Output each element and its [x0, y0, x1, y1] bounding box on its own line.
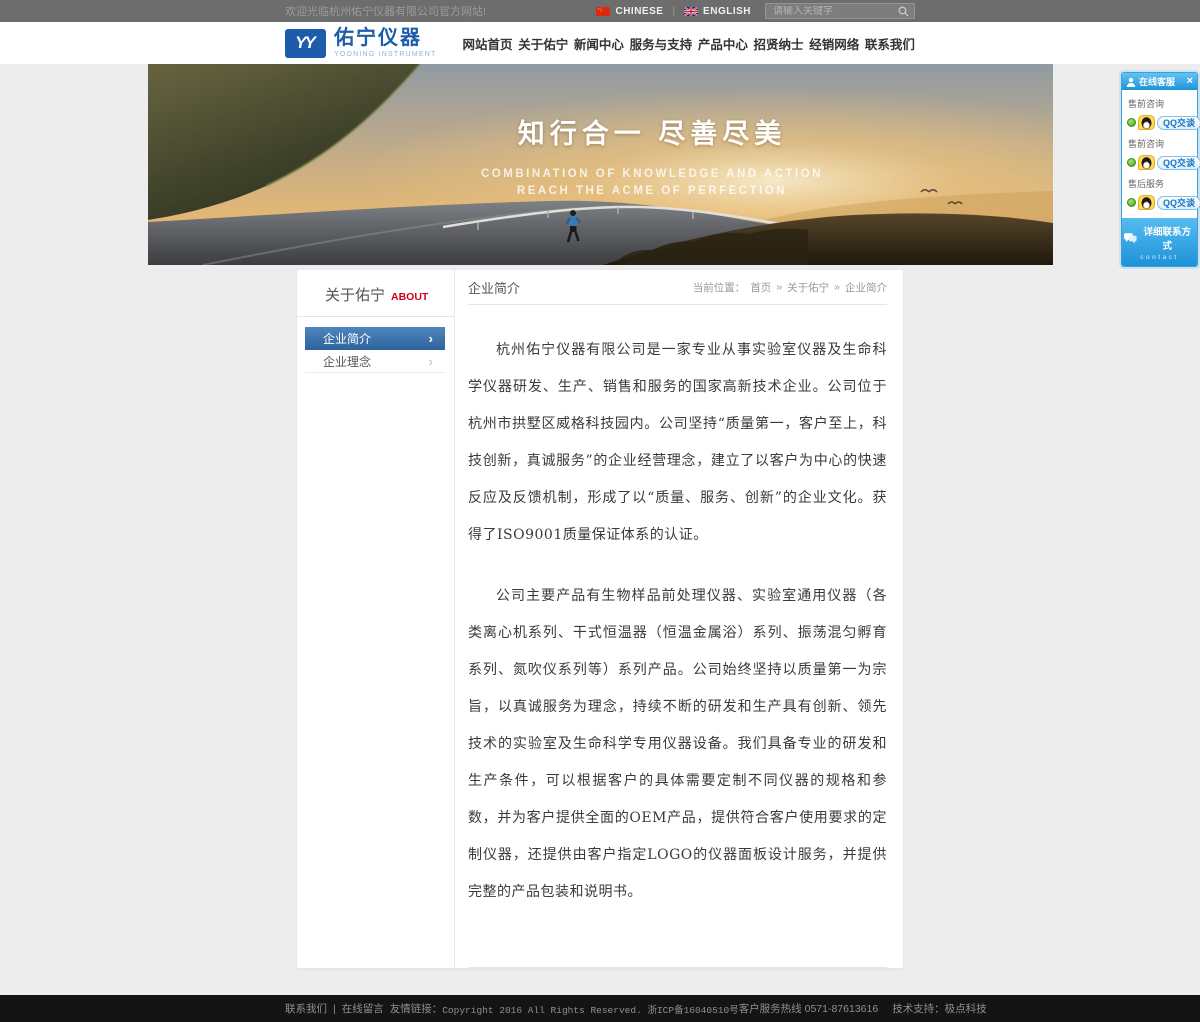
search-icon[interactable] — [898, 6, 909, 17]
contact-detail-label: 详细联系方式 — [1140, 224, 1195, 252]
sidebar-item-company-profile[interactable]: 企业简介 › — [305, 327, 445, 350]
chat-bubbles-icon — [1124, 233, 1137, 244]
nav-item-about[interactable]: 关于佑宁 — [518, 34, 568, 53]
breadcrumb-home[interactable]: 首页 — [750, 280, 771, 295]
paragraph: 公司主要产品有生物样品前处理仪器、实验室通用仪器（各类离心机系列、干式恒温器（恒… — [468, 578, 887, 911]
nav-item-news[interactable]: 新闻中心 — [574, 34, 624, 53]
footer-link-message[interactable]: 在线留言 — [342, 1001, 384, 1016]
content-area: 企业简介 当前位置： 首页 » 关于佑宁 » 企业简介 杭州佑宁仪器有限公司是一… — [455, 270, 903, 968]
banner-subtitle-line2: REACH THE ACME OF PERFECTION — [402, 183, 902, 200]
site-logo[interactable]: YY 佑宁仪器 YOONING INSTRUMENT — [285, 28, 437, 58]
service-hotline: 客户服务热线 0571-87613616 — [739, 1001, 879, 1016]
breadcrumb: 当前位置： 首页 » 关于佑宁 » 企业简介 — [693, 280, 887, 295]
banner-subtitle-line1: COMBINATION OF KNOWLEDGE AND ACTION — [402, 166, 902, 183]
breadcrumb-separator: » — [834, 281, 840, 293]
top-bar: 欢迎光临杭州佑宁仪器有限公司官方网站! CHINESE | ENGLISH — [0, 0, 1200, 22]
page-title: 企业简介 — [468, 278, 520, 297]
chevron-right-icon: › — [429, 332, 433, 345]
qq-chat-button[interactable]: QQ交谈 — [1157, 156, 1200, 170]
chevron-right-icon: › — [429, 355, 433, 368]
lang-english-link[interactable]: ENGLISH — [684, 6, 751, 17]
banner-text: 知行合一 尽善尽美 COMBINATION OF KNOWLEDGE AND A… — [402, 112, 902, 200]
china-flag-icon — [596, 7, 610, 16]
online-service-title: 在线客服 — [1139, 75, 1187, 88]
qq-penguin-icon — [1138, 115, 1155, 130]
qq-chat-button[interactable]: QQ交谈 — [1157, 196, 1200, 210]
sidebar-item-company-philosophy[interactable]: 企业理念 › — [305, 350, 445, 373]
site-header: YY 佑宁仪器 YOONING INSTRUMENT 网站首页 关于佑宁 新闻中… — [0, 22, 1200, 64]
qq-row: QQ交谈 — [1127, 155, 1193, 170]
qq-penguin-icon — [1138, 155, 1155, 170]
hero-banner: 知行合一 尽善尽美 COMBINATION OF KNOWLEDGE AND A… — [148, 64, 1053, 265]
nav-item-service[interactable]: 服务与支持 — [630, 34, 693, 53]
breadcrumb-section[interactable]: 关于佑宁 — [787, 280, 829, 295]
paragraph: 杭州佑宁仪器有限公司是一家专业从事实验室仪器及生命科学仪器研发、生产、销售和服务… — [468, 332, 887, 554]
online-status-icon — [1127, 158, 1136, 167]
banner-strip: 知行合一 尽善尽美 COMBINATION OF KNOWLEDGE AND A… — [0, 64, 1200, 265]
lang-chinese-link[interactable]: CHINESE — [596, 6, 663, 17]
lang-divider: | — [672, 6, 675, 17]
qq-row: QQ交谈 — [1127, 195, 1193, 210]
sidebar-menu: 企业简介 › 企业理念 › — [305, 327, 445, 373]
sidebar-title: 关于佑宁 — [325, 284, 385, 305]
sidebar-header: 关于佑宁 ABOUT — [297, 270, 454, 317]
site-footer: 联系我们 | 在线留言 友情链接： Copyright 2016 All Rig… — [0, 995, 1200, 1022]
footer-links: 联系我们 | 在线留言 友情链接： — [285, 1001, 442, 1016]
nav-item-jobs[interactable]: 招贤纳士 — [754, 34, 804, 53]
online-service-panel: 在线客服 × 售前咨询 QQ交谈 售前咨询 QQ交谈 售后服务 QQ交谈 详细联… — [1121, 72, 1198, 267]
breadcrumb-prefix: 当前位置： — [693, 280, 746, 295]
sidebar-title-en: ABOUT — [391, 291, 428, 303]
nav-item-network[interactable]: 经销网络 — [809, 34, 859, 53]
copyright-text: Copyright 2016 All Rights Reserved. 浙ICP… — [442, 1002, 738, 1016]
breadcrumb-current: 企业简介 — [845, 280, 887, 295]
nav-item-home[interactable]: 网站首页 — [463, 34, 513, 53]
tech-support: 技术支持：极点科技 — [892, 1001, 987, 1016]
main-nav: 网站首页 关于佑宁 新闻中心 服务与支持 产品中心 招贤纳士 经销网络 联系我们 — [463, 34, 916, 53]
close-icon[interactable]: × — [1187, 76, 1193, 87]
article-end-divider — [468, 967, 887, 968]
footer-link-contact[interactable]: 联系我们 — [285, 1001, 327, 1016]
logo-title: 佑宁仪器 — [334, 28, 437, 48]
sidebar: 关于佑宁 ABOUT 企业简介 › 企业理念 › — [297, 270, 455, 968]
main-area: 关于佑宁 ABOUT 企业简介 › 企业理念 › 企业简介 当前位置： 首页 — [0, 265, 1200, 995]
nav-item-contact[interactable]: 联系我们 — [865, 34, 915, 53]
banner-slogan: 知行合一 尽善尽美 — [402, 112, 902, 151]
online-service-header: 在线客服 × — [1122, 73, 1197, 90]
online-status-icon — [1127, 118, 1136, 127]
online-status-icon — [1127, 198, 1136, 207]
footer-link-friends[interactable]: 友情链接： — [390, 1001, 443, 1016]
article-body: 杭州佑宁仪器有限公司是一家专业从事实验室仪器及生命科学仪器研发、生产、销售和服务… — [468, 332, 887, 968]
search-input[interactable] — [773, 6, 898, 17]
content-panel: 关于佑宁 ABOUT 企业简介 › 企业理念 › 企业简介 当前位置： 首页 — [297, 270, 903, 968]
breadcrumb-separator: » — [776, 281, 782, 293]
qq-penguin-icon — [1138, 195, 1155, 210]
search-box — [765, 3, 915, 19]
logo-subtitle: YOONING INSTRUMENT — [334, 51, 437, 58]
qq-row: QQ交谈 — [1127, 115, 1193, 130]
contact-detail-button[interactable]: 详细联系方式 contact — [1122, 218, 1197, 266]
content-header: 企业简介 当前位置： 首页 » 关于佑宁 » 企业简介 — [468, 270, 887, 305]
qq-group-label: 售前咨询 — [1128, 137, 1193, 150]
qq-chat-button[interactable]: QQ交谈 — [1157, 116, 1200, 130]
welcome-text: 欢迎光临杭州佑宁仪器有限公司官方网站! — [285, 3, 486, 19]
nav-item-products[interactable]: 产品中心 — [698, 34, 748, 53]
uk-flag-icon — [684, 7, 698, 16]
qq-group-label: 售前咨询 — [1128, 97, 1193, 110]
contact-detail-sublabel: contact — [1124, 254, 1195, 261]
logo-mark-icon: YY — [285, 29, 326, 58]
footer-separator: | — [333, 1003, 336, 1015]
person-icon — [1126, 77, 1136, 87]
qq-group-label: 售后服务 — [1128, 177, 1193, 190]
